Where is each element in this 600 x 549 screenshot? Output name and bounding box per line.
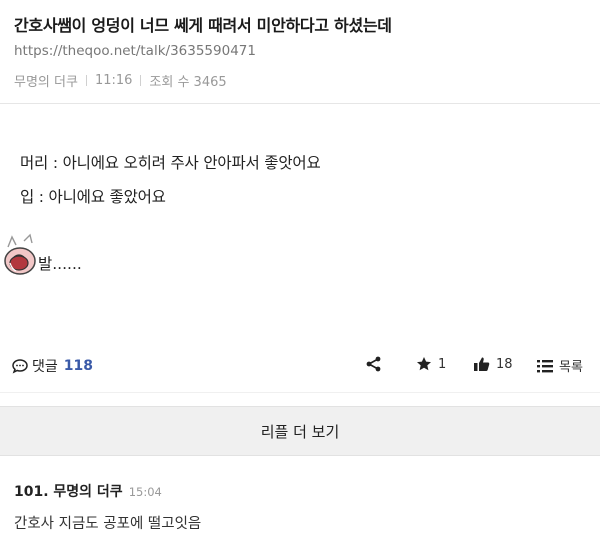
post-url[interactable]: https://theqoo.net/talk/3635590471 <box>14 43 256 59</box>
post-author[interactable]: 무명의 더쿠 <box>14 71 78 90</box>
meta-divider <box>140 75 142 86</box>
like-button[interactable]: 18 <box>473 356 513 372</box>
crying-emoticon-icon <box>4 233 36 275</box>
post-header: 간호사쌤이 엉덩이 너므 쎄게 때려서 미안하다고 하셨는데 https://t… <box>0 0 600 104</box>
more-replies-button[interactable]: 리플 더 보기 <box>0 406 600 456</box>
star-icon <box>417 357 431 371</box>
post-views: 조회 수 3465 <box>149 75 227 90</box>
reply-text: 간호사 지금도 공포에 떨고잇음 <box>14 516 202 532</box>
share-button[interactable] <box>366 356 387 372</box>
post-meta: 무명의 더쿠 11:16 조회 수 3465 <box>14 71 227 90</box>
star-count: 1 <box>438 356 447 372</box>
post-actions-bar: 댓글 118 1 18 목록 <box>0 342 600 392</box>
content-line: 머리 : 아니에요 오히려 주사 안아파서 좋앗어요 <box>20 154 321 172</box>
section-spacer <box>0 392 600 406</box>
reply-author[interactable]: 101. 무명의 더쿠 <box>14 481 123 501</box>
post-title: 간호사쌤이 엉덩이 너므 쎄게 때려서 미안하다고 하셨는데 <box>14 16 392 35</box>
more-replies-label: 리플 더 보기 <box>260 422 340 441</box>
comment-count: 118 <box>63 358 93 374</box>
star-button[interactable]: 1 <box>416 356 446 372</box>
content-line: 입 : 아니에요 좋았어요 <box>20 188 166 206</box>
reply-time: 15:04 <box>128 485 162 499</box>
reply-header: 101. 무명의 더쿠 15:04 <box>14 481 162 501</box>
thumbs-up-icon <box>474 357 490 371</box>
comment-button[interactable]: 댓글 118 <box>12 356 93 376</box>
post-content: 머리 : 아니에요 오히려 주사 안아파서 좋앗어요 입 : 아니에요 좋았어요… <box>0 105 600 341</box>
list-label: 목록 <box>559 360 583 375</box>
like-count: 18 <box>496 356 513 372</box>
share-icon <box>366 356 381 372</box>
post-time: 11:16 <box>94 73 133 88</box>
list-icon <box>537 359 553 372</box>
meta-divider <box>85 75 87 86</box>
list-button[interactable]: 목록 <box>537 356 583 375</box>
reply-item: 101. 무명의 더쿠 15:04 간호사 지금도 공포에 떨고잇음 <box>0 457 600 549</box>
comment-bubble-icon <box>12 359 28 374</box>
comment-label: 댓글 <box>32 359 58 375</box>
content-line: 발...... <box>38 255 82 273</box>
